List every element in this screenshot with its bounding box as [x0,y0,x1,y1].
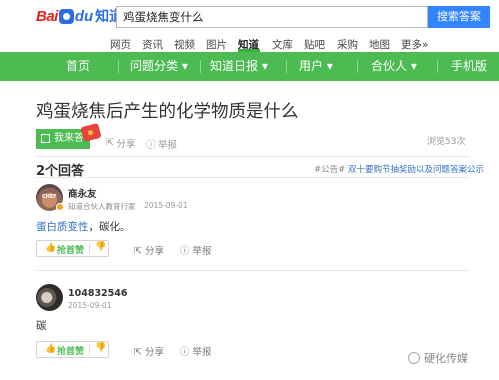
report-icon: ⓘ [180,347,190,358]
paw-icon [58,8,74,24]
divider [36,177,470,178]
green-nav-users[interactable]: 用户 ▾ [299,52,333,81]
announcement: #公告# 双十要购节抽奖励以及问题答案公示 [314,163,484,175]
question-report-label: 举报 [158,139,178,151]
thumbs-up-icon[interactable]: 👍 [45,243,56,253]
thumbs-down-icon[interactable]: 👎 [95,242,106,252]
answer-button-label: 我来答 [54,133,84,144]
answer-body-text: ，碳化。 [88,221,131,233]
nav-wenku[interactable]: 文库 [272,37,293,52]
wechat-icon [408,352,420,364]
answer-date: 2015-09-01 [144,201,188,210]
avatar[interactable] [36,284,63,311]
nav-map[interactable]: 地图 [369,37,390,52]
view-count: 浏览53次 [427,137,466,147]
thumbs-down-icon[interactable]: 👎 [95,343,106,353]
question-share-label: 分享 [116,139,136,150]
answer-body-link[interactable]: 蛋白质变性 [36,221,89,233]
announcement-prefix: #公告# [314,165,346,175]
answer-report[interactable]: ⓘ 举报 [180,344,212,358]
red-envelope-icon[interactable] [80,122,102,143]
nav-more[interactable]: 更多» [401,37,428,52]
nav-purchase[interactable]: 采购 [337,37,358,52]
search-button[interactable]: 搜索答案 [428,6,490,28]
watermark-text: 硬化传媒 [424,352,468,365]
announcement-link[interactable]: 双十要购节抽奖励以及问题答案公示 [348,165,484,175]
green-nav-separator [118,60,119,73]
answer-report-label: 举报 [192,347,212,358]
pencil-icon [41,134,50,143]
nav-tieba[interactable]: 贴吧 [304,37,325,52]
baidu-zhidao-logo[interactable]: Bai du 知道 [36,6,123,26]
vote-separator [89,345,90,355]
green-nav-separator [437,60,438,73]
nav-news[interactable]: 资讯 [142,37,163,52]
green-nav-mobile[interactable]: 手机版 [451,52,487,81]
answerer-title: 知道合伙人教育行家 [68,202,136,211]
share-icon: ⇱ [134,347,142,358]
answer-report-label: 举报 [192,246,212,257]
question-title: 鸡蛋烧焦后产生的化学物质是什么 [36,102,299,122]
answer-report[interactable]: ⓘ 举报 [180,243,212,257]
answer-date: 2015-09-01 [68,301,112,310]
answer-share[interactable]: ⇱ 分享 [134,243,164,257]
green-nav-home[interactable]: 首页 [66,52,90,81]
divider [36,270,470,271]
answer-share[interactable]: ⇱ 分享 [134,344,164,358]
search-input[interactable]: 鸡蛋烧焦变什么 [116,6,428,28]
vote-box: 👍 抢首赞 👎 [36,341,109,358]
nav-images[interactable]: 图片 [206,37,227,52]
divider [36,156,470,157]
green-nav-daily[interactable]: 知道日报 ▾ [210,52,268,81]
green-nav-categories[interactable]: 问题分类 ▾ [130,52,188,81]
upvote-label[interactable]: 抢首赞 [57,344,84,357]
green-nav-separator [200,60,201,73]
top-bar: Bai du 知道 鸡蛋烧焦变什么 搜索答案 [0,0,499,34]
nav-video[interactable]: 视频 [174,37,195,52]
logo-text-bai: Bai [36,7,58,25]
category-bar: 首页 问题分类 ▾ 知道日报 ▾ 用户 ▾ 合伙人 ▾ 手机版 [0,52,499,81]
question-share[interactable]: ⇱ 分享 [106,136,136,151]
share-icon: ⇱ [134,246,142,257]
watermark: 硬化传媒 [408,350,468,366]
answer-body: 碳 [36,320,47,332]
upvote-label[interactable]: 抢首赞 [57,243,84,256]
vote-separator [89,244,90,254]
share-icon: ⇱ [106,137,115,149]
green-nav-separator [286,60,287,73]
answerer-name[interactable]: 商永友 [68,186,97,200]
vote-box: 👍 抢首赞 👎 [36,240,109,257]
verified-badge-icon [56,203,64,211]
answerer-name[interactable]: 104832546 [68,288,128,299]
report-icon: ⓘ [146,140,156,151]
report-icon: ⓘ [180,246,190,257]
question-report[interactable]: ⓘ 举报 [146,136,178,152]
answer-share-label: 分享 [145,347,165,358]
logo-text-du: du [74,7,94,25]
answer-body: 蛋白质变性，碳化。 [36,219,131,234]
answer-share-label: 分享 [145,246,165,257]
thumbs-up-icon[interactable]: 👍 [45,344,56,354]
green-nav-separator [357,60,358,73]
green-nav-partners[interactable]: 合伙人 ▾ [371,52,417,81]
nav-web[interactable]: 网页 [110,37,131,52]
